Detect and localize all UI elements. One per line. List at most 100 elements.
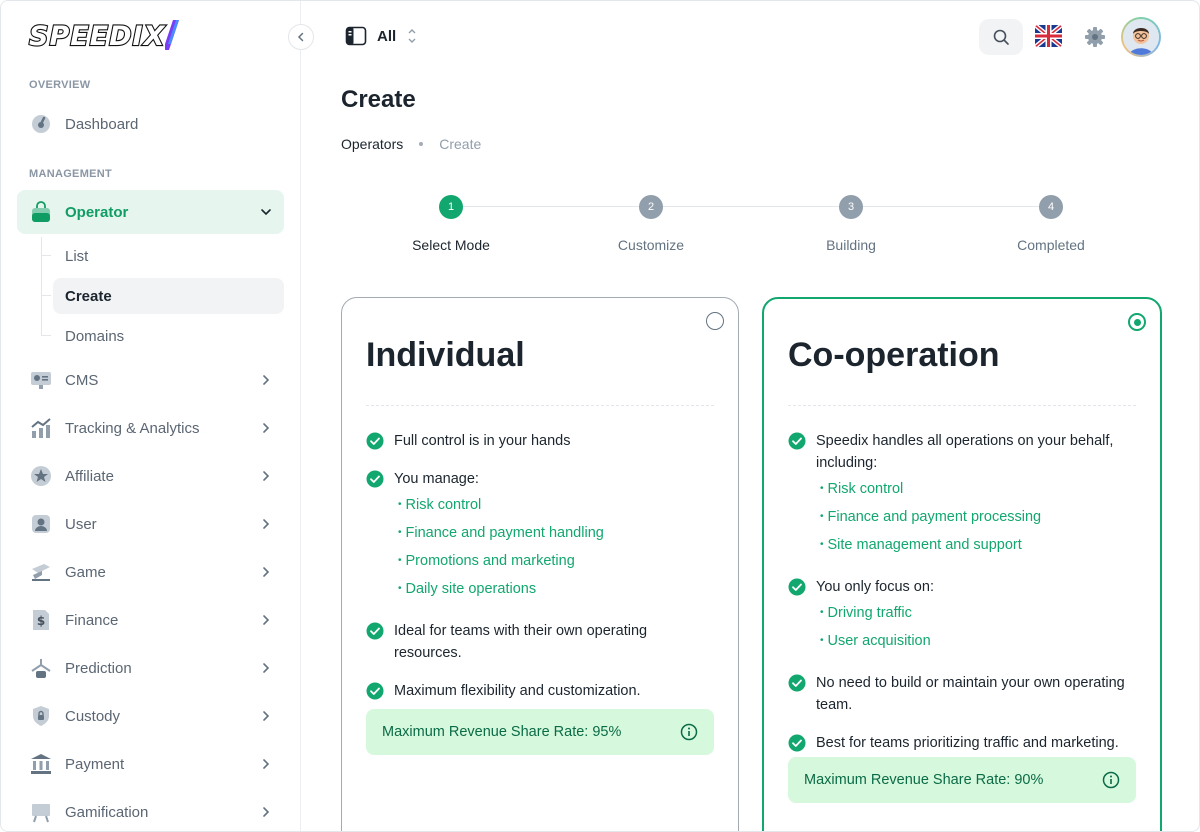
sidebar-item-label: Operator — [65, 203, 129, 221]
mode-card-cooperation[interactable]: Co-operation Speedix handles all operati… — [762, 297, 1162, 831]
feature-item: Speedix handles all operations on your b… — [788, 430, 1136, 560]
language-flag-icon[interactable] — [1035, 25, 1062, 47]
revenue-share-text: Maximum Revenue Share Rate: 95% — [382, 724, 622, 740]
logo[interactable]: SPEEDIX — [28, 19, 179, 53]
stepper-connector — [463, 206, 639, 207]
analytics-icon — [29, 416, 53, 440]
check-circle-icon — [366, 470, 384, 488]
sidebar-item-gamification[interactable]: Gamification — [17, 790, 284, 831]
feature-text: Maximum flexibility and customization. — [394, 683, 641, 699]
feature-subitem: Finance and payment processing — [816, 504, 1136, 532]
step-4-indicator: 4 — [1039, 195, 1063, 219]
feature-subitem: Site management and support — [816, 532, 1136, 560]
logo-text: SPEEDIX — [28, 19, 166, 52]
finance-icon: $ — [29, 608, 53, 632]
mode-radio-individual[interactable] — [706, 312, 724, 330]
game-icon — [29, 560, 53, 584]
sidebar-item-affiliate[interactable]: Affiliate — [17, 454, 284, 498]
feature-sublist: Risk control Finance and payment handlin… — [394, 492, 714, 604]
sidebar-item-label: Dashboard — [65, 115, 139, 133]
sidebar-item-game[interactable]: Game — [17, 550, 284, 594]
stepper-connector — [863, 206, 1039, 207]
feature-text: No need to build or maintain your own op… — [816, 675, 1125, 713]
feature-item: You manage: Risk control Finance and pay… — [366, 468, 714, 604]
feature-text: Full control is in your hands — [394, 433, 571, 449]
sidebar-item-label: Prediction — [65, 659, 132, 677]
chevron-right-icon — [263, 759, 270, 769]
workspace-switcher[interactable]: All — [345, 25, 418, 47]
feature-subitem: Finance and payment handling — [394, 520, 714, 548]
avatar[interactable] — [1121, 17, 1161, 57]
chevron-right-icon — [263, 471, 270, 481]
card-divider — [788, 405, 1136, 406]
settings-button[interactable] — [1083, 25, 1107, 49]
sidebar-item-tracking-analytics[interactable]: Tracking & Analytics — [17, 406, 284, 450]
chevron-right-icon — [263, 423, 270, 433]
feature-item: No need to build or maintain your own op… — [788, 672, 1136, 716]
feature-text: Ideal for teams with their own operating… — [394, 623, 648, 661]
check-circle-icon — [788, 432, 806, 450]
info-icon[interactable] — [680, 723, 698, 741]
breadcrumb-link-operators[interactable]: Operators — [341, 136, 403, 152]
feature-subitem: Risk control — [394, 492, 714, 520]
section-title-management: MANAGEMENT — [29, 168, 113, 180]
feature-subitem: Promotions and marketing — [394, 548, 714, 576]
chevron-right-icon — [263, 375, 270, 385]
sidebar-item-label: Payment — [65, 755, 125, 773]
sidebar-item-label: Tracking & Analytics — [65, 419, 200, 437]
card-divider — [366, 405, 714, 406]
check-circle-icon — [366, 682, 384, 700]
search-button[interactable] — [979, 19, 1023, 55]
search-icon — [993, 29, 1009, 45]
feature-item: You only focus on: Driving traffic User … — [788, 576, 1136, 656]
feature-text: You only focus on: — [816, 579, 934, 595]
card-title: Co-operation — [788, 336, 1000, 374]
info-icon[interactable] — [1102, 771, 1120, 789]
workspace-label: All — [377, 27, 397, 45]
page-title: Create — [341, 86, 416, 113]
step-1-label: Select Mode — [412, 237, 490, 253]
chevron-down-icon — [261, 209, 271, 216]
sidebar-subitem-list[interactable]: List — [53, 238, 284, 274]
check-circle-icon — [366, 622, 384, 640]
feature-text: You manage: — [394, 471, 479, 487]
cms-icon — [29, 368, 53, 392]
feature-subitem: Driving traffic — [816, 600, 1136, 628]
card-title: Individual — [366, 336, 525, 374]
sidebar-item-custody[interactable]: Custody — [17, 694, 284, 738]
prediction-icon — [29, 656, 53, 680]
breadcrumb-current: Create — [439, 136, 482, 152]
step-3-label: Building — [826, 237, 876, 253]
bag-icon — [29, 200, 53, 224]
sidebar-item-label: Game — [65, 563, 106, 581]
sidebar-subitem-domains[interactable]: Domains — [53, 318, 284, 354]
sidebar-item-user[interactable]: User — [17, 502, 284, 546]
chevron-left-icon — [297, 32, 304, 42]
feature-subitem: Daily site operations — [394, 576, 714, 604]
chevron-right-icon — [263, 663, 270, 673]
sidebar-collapse-button[interactable] — [288, 24, 314, 50]
sidebar-item-label: Affiliate — [65, 467, 114, 485]
check-circle-icon — [366, 432, 384, 450]
app-frame: SPEEDIX OVERVIEW Dashboard MANAGEMENT Op… — [0, 0, 1200, 832]
mode-radio-cooperation[interactable] — [1128, 313, 1146, 331]
feature-item: Maximum flexibility and customization. — [366, 680, 714, 702]
mode-card-individual[interactable]: Individual Full control is in your hands… — [341, 297, 739, 831]
sidebar: SPEEDIX OVERVIEW Dashboard MANAGEMENT Op… — [1, 1, 301, 831]
sidebar-item-prediction[interactable]: Prediction — [17, 646, 284, 690]
sidebar-item-cms[interactable]: CMS — [17, 358, 284, 402]
feature-text: Best for teams prioritizing traffic and … — [816, 735, 1119, 751]
sidebar-subitem-create[interactable]: Create — [53, 278, 284, 314]
sidebar-item-dashboard[interactable]: Dashboard — [17, 102, 284, 146]
shield-lock-icon — [29, 704, 53, 728]
sidebar-item-operator[interactable]: Operator — [17, 190, 284, 234]
check-circle-icon — [788, 674, 806, 692]
chevron-right-icon — [263, 807, 270, 817]
breadcrumb: Operators Create — [341, 136, 481, 152]
feature-item: Full control is in your hands — [366, 430, 714, 452]
revenue-share-banner: Maximum Revenue Share Rate: 95% — [366, 709, 714, 755]
star-badge-icon — [29, 464, 53, 488]
sidebar-item-finance[interactable]: $ Finance — [17, 598, 284, 642]
sidebar-item-payment[interactable]: Payment — [17, 742, 284, 786]
step-2-label: Customize — [617, 237, 685, 253]
